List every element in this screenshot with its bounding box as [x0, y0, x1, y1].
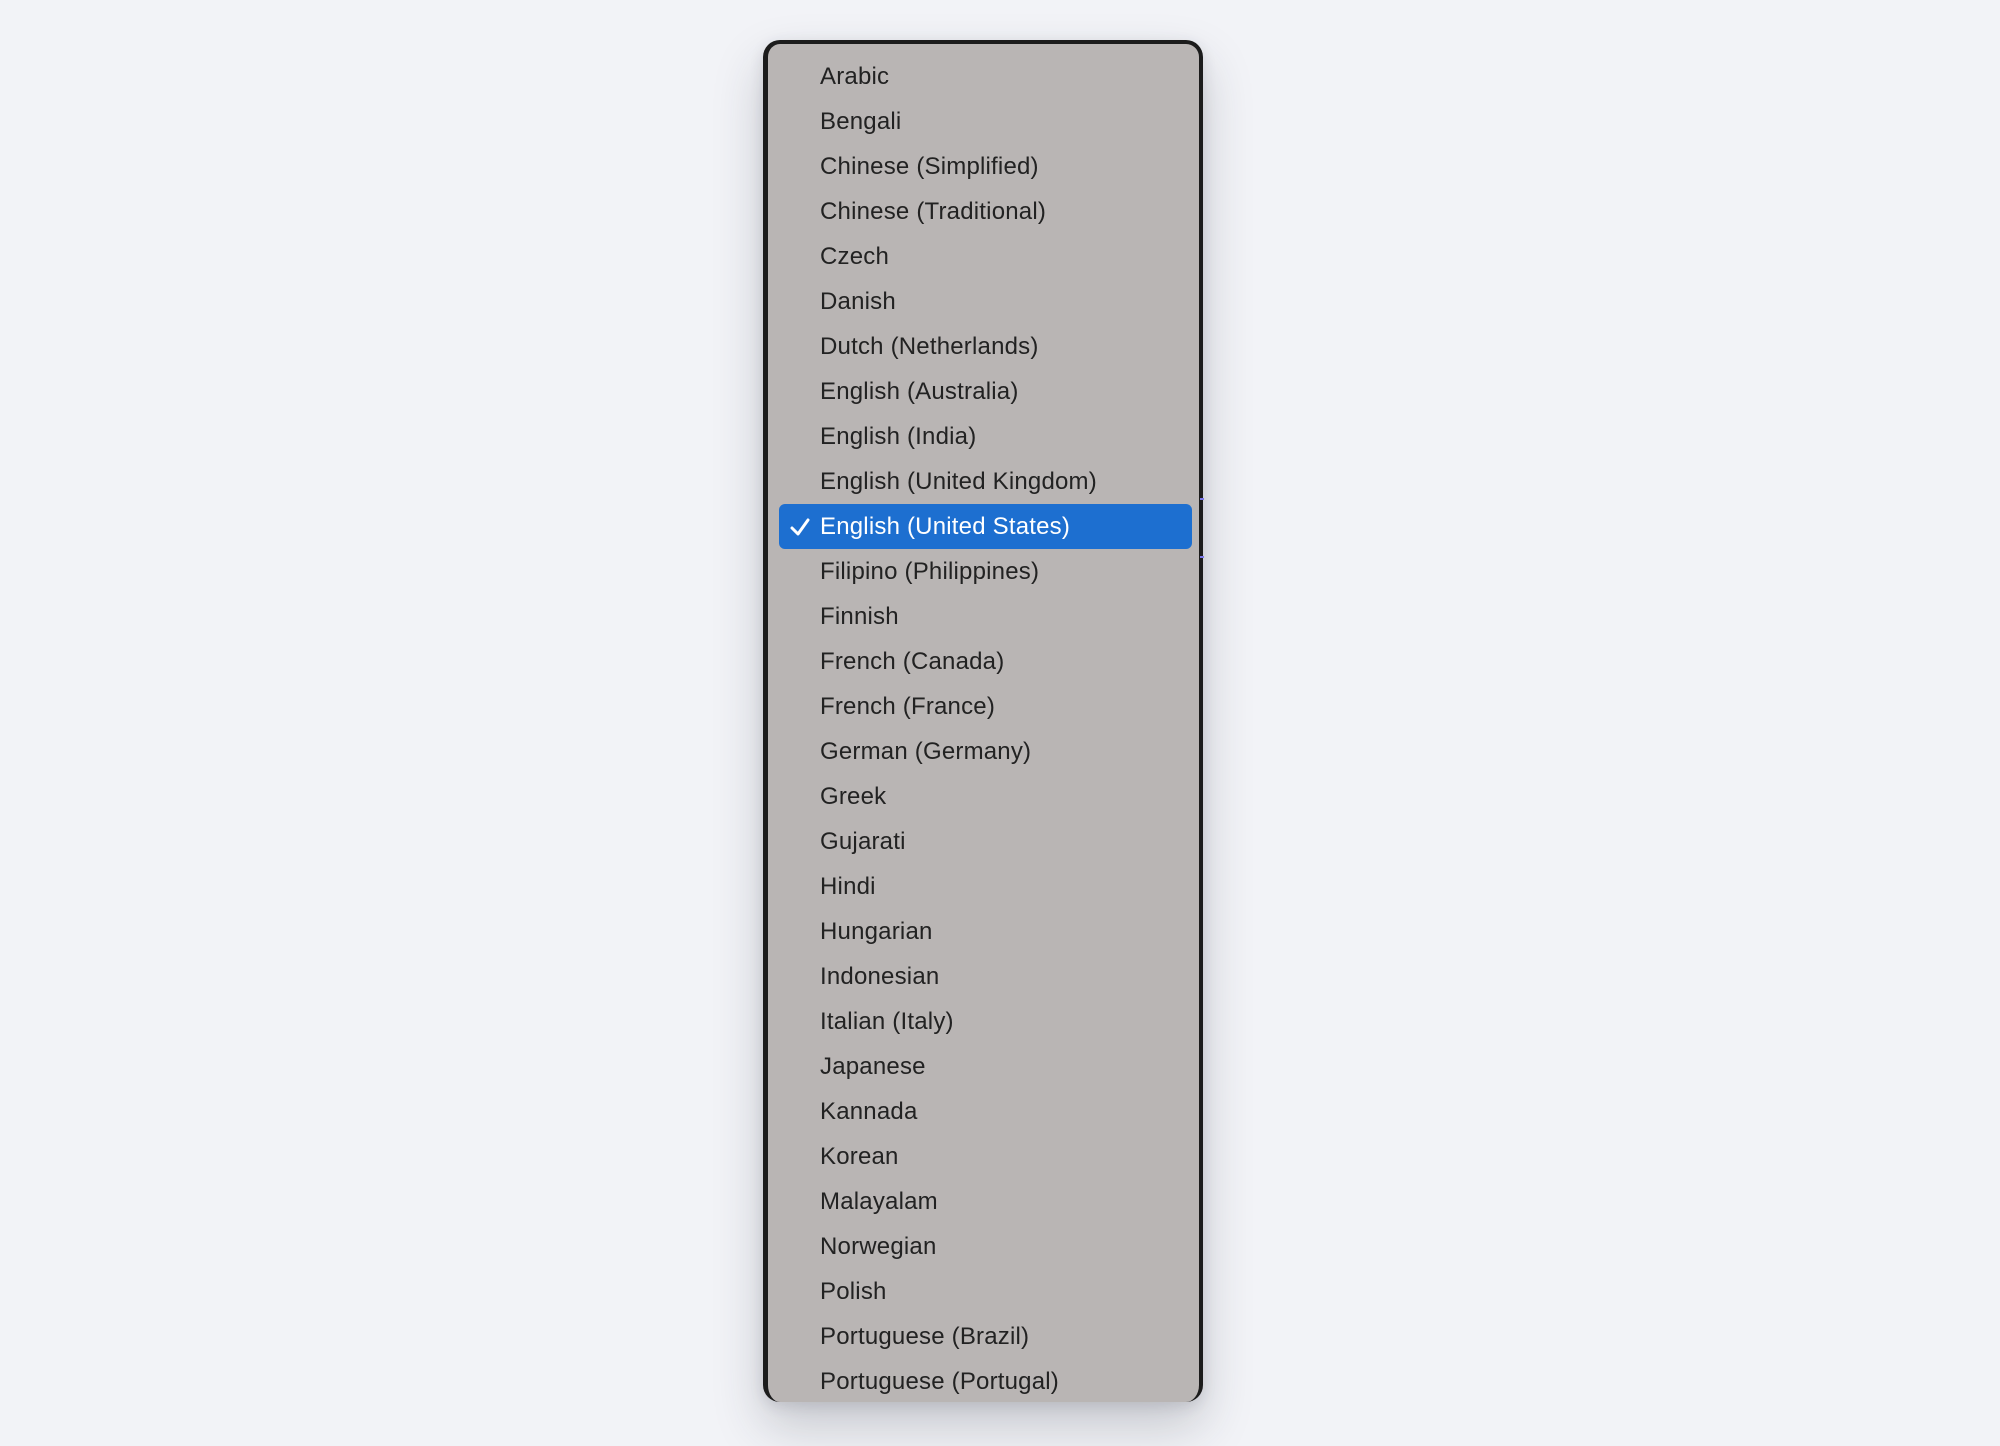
language-options-list: Arabic Bengali Chinese (Simplified) Chin…	[768, 54, 1199, 1402]
menu-item-label: English (India)	[820, 423, 977, 450]
menu-item-english-united-states[interactable]: English (United States)	[779, 504, 1192, 549]
menu-item-gujarati[interactable]: Gujarati	[779, 819, 1192, 864]
menu-item-label: Gujarati	[820, 828, 906, 855]
menu-item-label: Finnish	[820, 603, 899, 630]
menu-item-label: Indonesian	[820, 963, 940, 990]
menu-item-english-australia[interactable]: English (Australia)	[779, 369, 1192, 414]
menu-item-label: Portuguese (Portugal)	[820, 1368, 1059, 1395]
menu-item-label: English (United States)	[820, 513, 1071, 540]
menu-item-finnish[interactable]: Finnish	[779, 594, 1192, 639]
menu-item-chinese-simplified[interactable]: Chinese (Simplified)	[779, 144, 1192, 189]
menu-item-portuguese-portugal[interactable]: Portuguese (Portugal)	[779, 1359, 1192, 1402]
menu-item-danish[interactable]: Danish	[779, 279, 1192, 324]
menu-item-chinese-traditional[interactable]: Chinese (Traditional)	[779, 189, 1192, 234]
menu-item-filipino-philippines[interactable]: Filipino (Philippines)	[779, 549, 1192, 594]
menu-item-label: Norwegian	[820, 1233, 937, 1260]
menu-item-label: Chinese (Traditional)	[820, 198, 1047, 225]
menu-item-polish[interactable]: Polish	[779, 1269, 1192, 1314]
menu-item-label: Kannada	[820, 1098, 918, 1125]
menu-item-label: Greek	[820, 783, 887, 810]
menu-item-kannada[interactable]: Kannada	[779, 1089, 1192, 1134]
menu-item-hindi[interactable]: Hindi	[779, 864, 1192, 909]
menu-item-label: Italian (Italy)	[820, 1008, 954, 1035]
menu-item-japanese[interactable]: Japanese	[779, 1044, 1192, 1089]
menu-item-label: English (Australia)	[820, 378, 1019, 405]
focus-edge-mark-top	[1200, 498, 1204, 500]
checkmark-icon	[790, 518, 810, 536]
menu-item-bengali[interactable]: Bengali	[779, 99, 1192, 144]
menu-item-label: Hungarian	[820, 918, 933, 945]
menu-item-label: Polish	[820, 1278, 887, 1305]
language-dropdown-menu[interactable]: Croatian Arabic Bengali Chinese (Simplif…	[763, 40, 1203, 1402]
menu-item-label: French (France)	[820, 693, 996, 720]
menu-item-label: English (United Kingdom)	[820, 468, 1097, 495]
menu-item-malayalam[interactable]: Malayalam	[779, 1179, 1192, 1224]
focus-edge-mark-bottom	[1200, 556, 1204, 558]
menu-item-label: Filipino (Philippines)	[820, 558, 1040, 585]
menu-item-english-united-kingdom[interactable]: English (United Kingdom)	[779, 459, 1192, 504]
menu-item-french-france[interactable]: French (France)	[779, 684, 1192, 729]
menu-item-hungarian[interactable]: Hungarian	[779, 909, 1192, 954]
menu-item-french-canada[interactable]: French (Canada)	[779, 639, 1192, 684]
menu-item-label: Japanese	[820, 1053, 926, 1080]
menu-item-norwegian[interactable]: Norwegian	[779, 1224, 1192, 1269]
menu-item-label: Korean	[820, 1143, 899, 1170]
menu-item-label: Bengali	[820, 108, 902, 135]
menu-item-label: German (Germany)	[820, 738, 1032, 765]
menu-item-portuguese-brazil[interactable]: Portuguese (Brazil)	[779, 1314, 1192, 1359]
menu-item-label: Hindi	[820, 873, 876, 900]
menu-item-label: Arabic	[820, 63, 890, 90]
menu-item-german-germany[interactable]: German (Germany)	[779, 729, 1192, 774]
menu-item-italian-italy[interactable]: Italian (Italy)	[779, 999, 1192, 1044]
menu-item-czech[interactable]: Czech	[779, 234, 1192, 279]
menu-item-dutch-netherlands[interactable]: Dutch (Netherlands)	[779, 324, 1192, 369]
menu-item-label: Dutch (Netherlands)	[820, 333, 1039, 360]
menu-item-greek[interactable]: Greek	[779, 774, 1192, 819]
menu-item-korean[interactable]: Korean	[779, 1134, 1192, 1179]
menu-item-label: Malayalam	[820, 1188, 938, 1215]
menu-item-english-india[interactable]: English (India)	[779, 414, 1192, 459]
menu-item-label: Chinese (Simplified)	[820, 153, 1039, 180]
menu-item-arabic[interactable]: Arabic	[779, 54, 1192, 99]
menu-item-indonesian[interactable]: Indonesian	[779, 954, 1192, 999]
menu-item-label: French (Canada)	[820, 648, 1005, 675]
menu-item-label: Czech	[820, 243, 890, 270]
menu-item-label: Danish	[820, 288, 896, 315]
menu-item-label: Portuguese (Brazil)	[820, 1323, 1030, 1350]
